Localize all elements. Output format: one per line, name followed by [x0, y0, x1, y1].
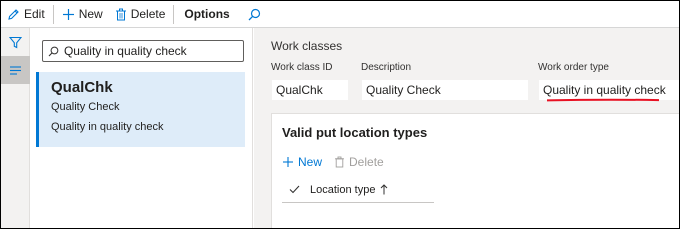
options-tab[interactable]: Options — [176, 1, 239, 28]
left-nav-strip — [1, 28, 30, 228]
grid-body — [282, 203, 679, 228]
grid-header: Location type — [282, 177, 434, 203]
card-new-label: New — [298, 155, 323, 169]
toolbar-search-button[interactable] — [240, 1, 273, 28]
valid-put-location-types-card: Valid put location types New Delete Loca… — [271, 113, 679, 228]
work-class-id-field[interactable]: QualChk — [271, 79, 349, 101]
toolbar-divider — [173, 4, 175, 24]
search-icon — [48, 46, 59, 56]
sort-ascending-icon — [381, 184, 388, 195]
action-pane: Edit New Delete Options — [1, 1, 679, 28]
new-button[interactable]: New — [56, 1, 109, 28]
section-title: Work classes — [271, 39, 343, 53]
description-field[interactable]: Quality Check — [361, 79, 529, 101]
list-item-detail: Quality in quality check — [51, 121, 164, 133]
list-pane: QualChk Quality Check Quality in quality… — [30, 28, 253, 228]
plus-icon — [283, 157, 293, 167]
red-underline-annotation — [547, 98, 659, 102]
pencil-icon — [8, 8, 19, 20]
description-label: Description — [361, 62, 412, 73]
toolbar-divider — [52, 4, 54, 24]
select-all-checkbox[interactable] — [282, 185, 306, 194]
work-class-id-label: Work class ID — [271, 62, 333, 73]
checkmark-icon — [289, 185, 299, 194]
detail-pane: Work classes Work class ID QualChk Descr… — [254, 28, 679, 228]
list-view-button[interactable] — [1, 56, 30, 84]
list-item-title: QualChk — [51, 79, 113, 96]
options-tab-label: Options — [184, 7, 230, 21]
card-new-button[interactable]: New — [282, 155, 322, 169]
edit-button-label: Edit — [24, 7, 45, 21]
card-delete-label: Delete — [349, 155, 384, 169]
delete-button-label: Delete — [130, 7, 166, 21]
list-lines-icon — [10, 65, 21, 75]
delete-button[interactable]: Delete — [109, 1, 172, 28]
trash-icon — [115, 8, 126, 20]
filter-icon — [9, 36, 22, 48]
list-item-subtitle: Quality Check — [51, 101, 120, 113]
list-search-input[interactable] — [63, 44, 243, 58]
card-toolbar: New Delete — [282, 155, 396, 169]
trash-icon — [335, 156, 345, 168]
location-type-column-header[interactable]: Location type — [310, 184, 388, 196]
column-header-label: Location type — [310, 183, 376, 196]
card-title: Valid put location types — [282, 125, 428, 140]
card-delete-button[interactable]: Delete — [334, 155, 384, 169]
work-order-type-label: Work order type — [538, 62, 609, 73]
search-icon — [248, 8, 260, 20]
filter-button[interactable] — [1, 28, 30, 56]
app-window: Edit New Delete Options Quality in quali… — [0, 0, 680, 229]
list-item[interactable]: QualChk Quality Check Quality in quality… — [36, 72, 245, 147]
list-search-box[interactable] — [42, 40, 244, 62]
plus-icon — [62, 8, 74, 20]
new-button-label: New — [78, 7, 103, 21]
edit-button[interactable]: Edit — [1, 1, 51, 28]
